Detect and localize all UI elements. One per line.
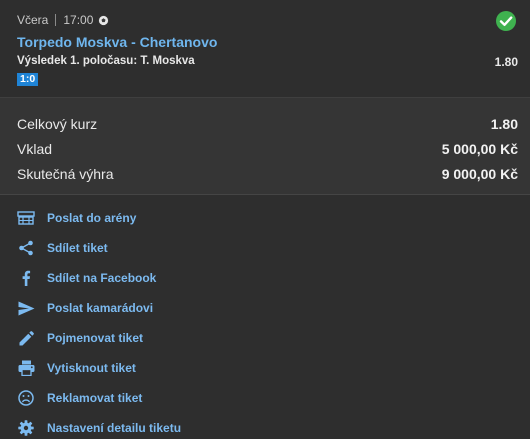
action-label: Sdílet na Facebook <box>47 271 157 285</box>
share-ticket-action[interactable]: Sdílet tiket <box>16 238 108 258</box>
bet-day: Včera <box>17 13 49 27</box>
printer-icon <box>16 358 36 378</box>
score-badge: 1:0 <box>17 73 39 86</box>
pencil-icon <box>16 328 36 348</box>
win-row: Skutečná výhra 9 000,00 Kč <box>17 166 518 182</box>
send-icon <box>16 298 36 318</box>
ticket-summary: Celkový kurz 1.80 Vklad 5 000,00 Kč Skut… <box>0 98 530 195</box>
complain-ticket-action[interactable]: Reklamovat tiket <box>16 388 142 408</box>
action-label: Nastavení detailu tiketu <box>47 421 182 435</box>
check-circle-icon <box>496 11 516 31</box>
match-link[interactable]: Torpedo Moskva - Chertanovo <box>17 34 217 50</box>
action-label: Vytisknout tiket <box>47 361 136 375</box>
share-facebook-action[interactable]: Sdílet na Facebook <box>16 268 156 288</box>
win-label: Skutečná výhra <box>17 166 114 182</box>
print-ticket-action[interactable]: Vytisknout tiket <box>16 358 136 378</box>
bet-meta: Včera 17:00 <box>17 13 110 27</box>
ticket-detail-settings-action[interactable]: Nastavení detailu tiketu <box>16 418 181 438</box>
bet-card: Včera 17:00 Torpedo Moskva - Chertanovo … <box>0 0 530 98</box>
sad-face-icon <box>16 388 36 408</box>
win-value: 9 000,00 Kč <box>441 166 518 182</box>
arena-icon <box>16 208 36 228</box>
action-label: Sdílet tiket <box>47 241 108 255</box>
action-label: Pojmenovat tiket <box>47 331 144 345</box>
ticket-actions: Poslat do arény Sdílet tiket Sdílet na F… <box>0 195 530 439</box>
action-label: Reklamovat tiket <box>47 391 143 405</box>
stake-row: Vklad 5 000,00 Kč <box>17 141 518 157</box>
total-odds-row: Celkový kurz 1.80 <box>17 116 518 132</box>
share-icon <box>16 238 36 258</box>
action-label: Poslat kamarádovi <box>47 301 154 315</box>
total-odds-value: 1.80 <box>490 116 518 132</box>
bet-time: 17:00 <box>63 13 94 27</box>
bet-odd: 1.80 <box>494 55 518 69</box>
soccer-ball-icon <box>98 14 110 26</box>
meta-divider <box>55 14 57 26</box>
send-to-friend-action[interactable]: Poslat kamarádovi <box>16 298 153 318</box>
gear-icon <box>16 418 36 438</box>
rename-ticket-action[interactable]: Pojmenovat tiket <box>16 328 143 348</box>
bet-market: Výsledek 1. poločasu: T. Moskva <box>17 55 195 67</box>
total-odds-label: Celkový kurz <box>17 116 98 132</box>
action-label: Poslat do arény <box>47 211 137 225</box>
facebook-icon <box>16 268 36 288</box>
stake-value: 5 000,00 Kč <box>441 141 518 157</box>
stake-label: Vklad <box>17 141 53 157</box>
send-to-arena-action[interactable]: Poslat do arény <box>16 208 136 228</box>
